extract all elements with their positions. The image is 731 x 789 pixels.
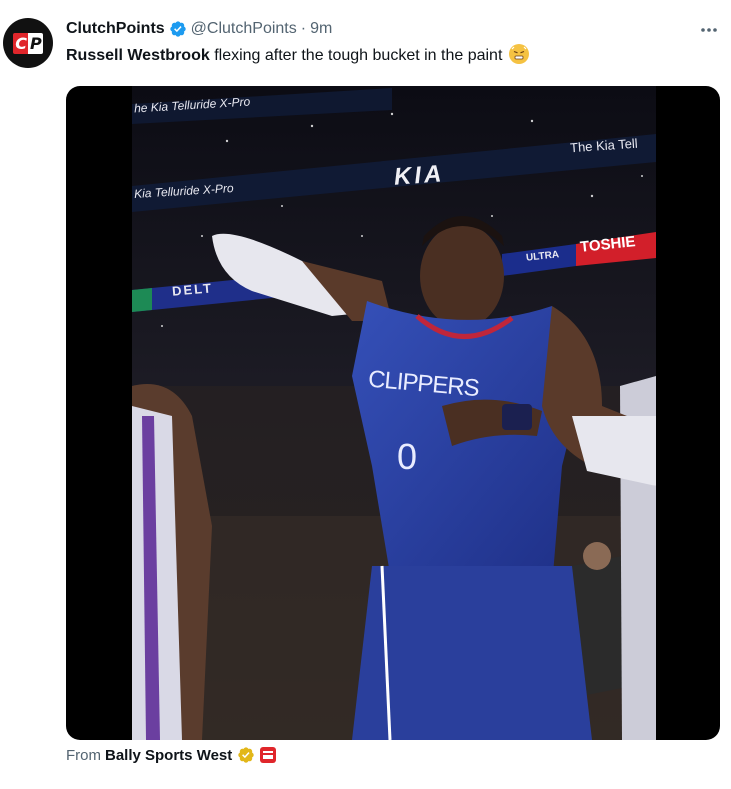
clutchpoints-logo-icon: CP [13,32,43,54]
tweet-header: ClutchPoints @ClutchPoints · 9m [66,18,731,40]
affiliate-badge-icon [260,747,277,763]
tweet-text-rest: flexing after the tough bucket in the pa… [209,47,503,64]
avatar[interactable]: CP [3,18,53,68]
angry-face-emoji-icon [508,44,529,64]
separator-dot: · [300,20,307,37]
video-frame: he Kia Telluride X-Pro Kia Telluride X-P… [132,86,656,740]
source-prefix: From [66,746,101,764]
tweet-text: Russell Westbrook flexing after the toug… [66,44,529,68]
author-name[interactable]: ClutchPoints [66,20,165,38]
logo-c: C [13,32,28,54]
verified-badge-icon [169,21,186,37]
timestamp[interactable]: 9m [310,20,332,38]
author-handle[interactable]: @ClutchPoints [191,20,297,38]
video-player[interactable]: he Kia Telluride X-Pro Kia Telluride X-P… [66,86,720,740]
tweet-text-bold: Russell Westbrook [66,47,210,64]
more-options-icon[interactable] [697,18,721,42]
ellipsis-icon [701,28,717,32]
kia-logo: KIA [393,160,446,191]
jersey-number: 0 [397,436,418,477]
logo-p: P [28,32,43,54]
media-source: From Bally Sports West [66,744,277,766]
source-name[interactable]: Bally Sports West [105,747,232,764]
verified-gold-badge-icon [238,747,254,763]
